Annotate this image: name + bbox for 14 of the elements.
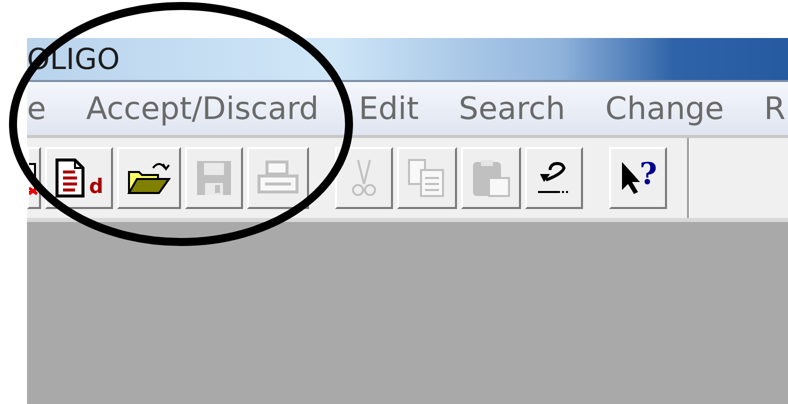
menu-item[interactable]: Edit (336, 90, 437, 126)
menu-item[interactable]: e (27, 90, 64, 126)
toolbar-button[interactable] (525, 147, 584, 209)
toolbar-button[interactable] (117, 147, 182, 209)
folder-icon (127, 160, 172, 196)
menu-item[interactable]: R (742, 90, 786, 126)
clipboard-icon (471, 158, 512, 198)
toolbar-button[interactable]: ? (609, 147, 668, 209)
scissors-icon (352, 158, 376, 198)
menu-item[interactable]: Accept/Discard (64, 90, 337, 126)
menu-item[interactable]: Search (436, 90, 584, 126)
menu-item[interactable]: Change (583, 90, 742, 126)
toolbar-button[interactable]: d (45, 147, 114, 209)
printer-icon (257, 160, 300, 196)
